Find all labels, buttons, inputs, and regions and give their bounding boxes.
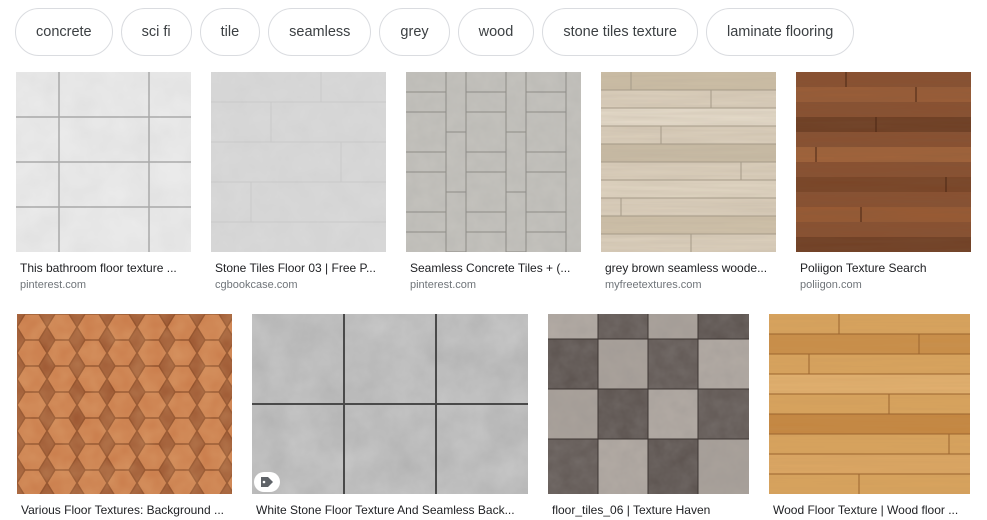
- related-search-chips: concrete sci fi tile seamless grey wood …: [15, 8, 855, 56]
- herringbone-concrete-thumbnail[interactable]: [406, 72, 581, 252]
- image-result[interactable]: Various Floor Textures: Background ...: [17, 314, 232, 520]
- chip-sci-fi[interactable]: sci fi: [120, 8, 192, 56]
- chip-laminate-flooring[interactable]: laminate flooring: [705, 8, 855, 56]
- image-result[interactable]: grey brown seamless woode... myfreetextu…: [601, 72, 776, 297]
- result-source[interactable]: pinterest.com: [410, 279, 476, 291]
- chip-seamless[interactable]: seamless: [268, 8, 372, 56]
- result-source[interactable]: pinterest.com: [20, 279, 86, 291]
- chip-stone-tiles-texture[interactable]: stone tiles texture: [542, 8, 698, 56]
- image-result[interactable]: This bathroom floor texture ... pinteres…: [16, 72, 191, 297]
- result-title[interactable]: White Stone Floor Texture And Seamless B…: [256, 503, 522, 517]
- chip-tile[interactable]: tile: [199, 8, 261, 56]
- tag-icon[interactable]: [254, 472, 280, 492]
- result-title[interactable]: Stone Tiles Floor 03 | Free P...: [215, 261, 380, 275]
- image-result[interactable]: Seamless Concrete Tiles + (... pinterest…: [406, 72, 581, 297]
- result-title[interactable]: Seamless Concrete Tiles + (...: [410, 261, 575, 275]
- result-source[interactable]: myfreetextures.com: [605, 279, 702, 291]
- image-result[interactable]: floor_tiles_06 | Texture Haven: [548, 314, 749, 520]
- chip-wood[interactable]: wood: [457, 8, 535, 56]
- result-title[interactable]: Wood Floor Texture | Wood floor ...: [773, 503, 964, 517]
- image-result[interactable]: Stone Tiles Floor 03 | Free P... cgbookc…: [211, 72, 386, 297]
- light-wood-planks-thumbnail[interactable]: [601, 72, 776, 252]
- result-title[interactable]: grey brown seamless woode...: [605, 261, 770, 275]
- white-marble-tile-thumbnail[interactable]: [16, 72, 191, 252]
- result-source[interactable]: cgbookcase.com: [215, 279, 298, 291]
- image-result[interactable]: Wood Floor Texture | Wood floor ...: [769, 314, 970, 520]
- dark-wood-planks-thumbnail[interactable]: [796, 72, 971, 252]
- hexagon-terracotta-thumbnail[interactable]: [17, 314, 232, 494]
- result-title[interactable]: Various Floor Textures: Background ...: [21, 503, 226, 517]
- image-result[interactable]: White Stone Floor Texture And Seamless B…: [252, 314, 528, 520]
- result-title[interactable]: floor_tiles_06 | Texture Haven: [552, 503, 743, 517]
- result-title[interactable]: This bathroom floor texture ...: [20, 261, 185, 275]
- chip-concrete[interactable]: concrete: [15, 8, 113, 56]
- white-stone-floor-thumbnail[interactable]: [252, 314, 528, 494]
- checker-tiles-thumbnail[interactable]: [548, 314, 749, 494]
- oak-wood-floor-thumbnail[interactable]: [769, 314, 970, 494]
- result-source[interactable]: poliigon.com: [800, 279, 862, 291]
- grey-stone-tiles-thumbnail[interactable]: [211, 72, 386, 252]
- result-title[interactable]: Poliigon Texture Search: [800, 261, 965, 275]
- chip-grey[interactable]: grey: [379, 8, 450, 56]
- image-result[interactable]: Poliigon Texture Search poliigon.com: [796, 72, 971, 297]
